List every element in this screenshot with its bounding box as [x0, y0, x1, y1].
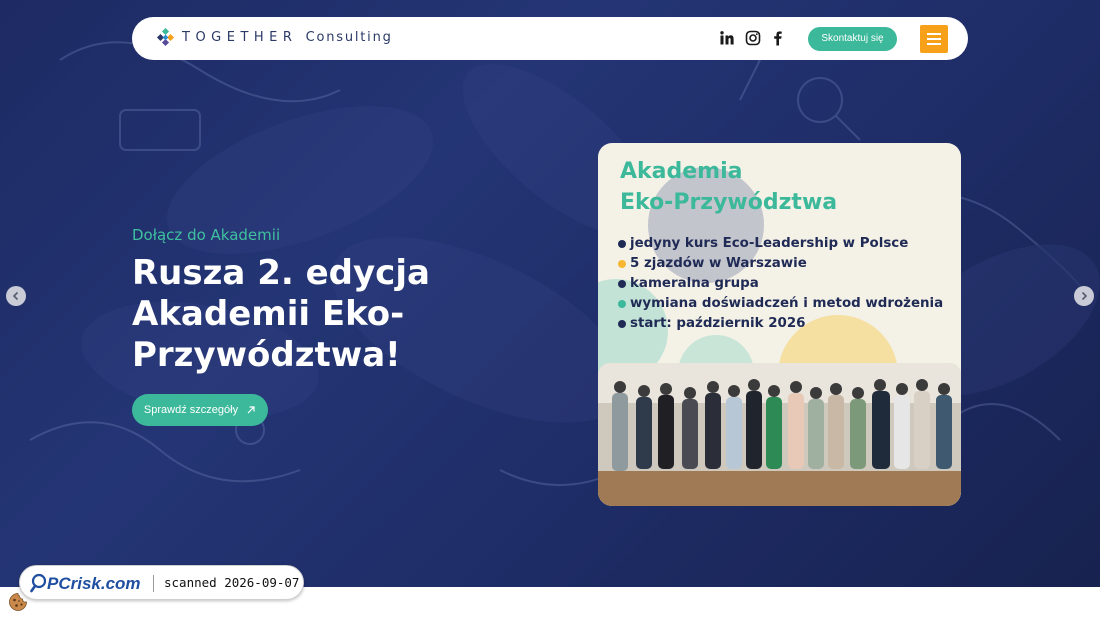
bullet-item: jedyny kurs Eco-Leadership w Polsce — [618, 234, 943, 254]
brand-name-together: TOGETHER — [182, 30, 298, 45]
bullet-dot — [618, 320, 626, 328]
scan-date-label: scanned 2026-09-07 — [164, 575, 300, 590]
details-button-label: Sprawdź szczegóły — [143, 404, 239, 416]
hero-eyebrow: Dołącz do Akademii — [132, 226, 281, 244]
bullet-text: 5 zjazdów w Warszawie — [630, 256, 807, 271]
headline-line-1: Rusza 2. edycja — [132, 253, 430, 293]
hamburger-menu-button[interactable] — [920, 25, 948, 53]
together-logo-icon[interactable] — [156, 28, 176, 48]
badge-divider — [153, 575, 154, 592]
slider-prev-button[interactable] — [6, 286, 26, 306]
cookie-icon[interactable] — [8, 592, 28, 612]
hero-section: Dołącz do Akademii Rusza 2. edycja Akade… — [0, 0, 1100, 587]
bullet-dot — [618, 260, 626, 268]
bullet-text: wymiana doświadczeń i metod wdrożenia — [630, 296, 944, 311]
top-navbar: TOGETHER Consulting Skontaktuj się — [132, 17, 968, 60]
group-photo — [598, 363, 961, 506]
headline-line-3: Przywództwa! — [132, 335, 401, 375]
instagram-icon[interactable] — [745, 30, 761, 46]
bullet-dot — [618, 240, 626, 248]
card-title-line-1: Akademia — [620, 159, 743, 184]
brand-name[interactable]: TOGETHER Consulting — [182, 30, 393, 45]
details-button[interactable]: Sprawdź szczegóły — [132, 394, 268, 426]
bullet-text: start: październik 2026 — [630, 316, 806, 331]
pcrisk-logo-pc: PCrisk.com — [47, 574, 141, 593]
hero-headline: Rusza 2. edycja Akademii Eko- Przywództw… — [132, 253, 512, 376]
chevron-left-icon — [12, 291, 19, 301]
pcrisk-logo: PCrisk.com — [30, 573, 141, 593]
hamburger-icon-line — [927, 43, 941, 45]
hamburger-icon — [927, 33, 941, 35]
hamburger-icon-line — [927, 38, 941, 40]
card-bullet-list: jedyny kurs Eco-Leadership w Polsce 5 zj… — [618, 234, 943, 334]
headline-line-2: Akademii Eko- — [132, 294, 405, 334]
card-title: Akademia Eko-Przywództwa — [620, 156, 837, 218]
brand-name-consulting: Consulting — [305, 30, 393, 45]
bullet-dot — [618, 300, 626, 308]
facebook-icon[interactable] — [770, 30, 786, 46]
contact-button[interactable]: Skontaktuj się — [808, 27, 897, 51]
arrow-up-right-icon — [247, 406, 255, 414]
card-title-line-2: Eko-Przywództwa — [620, 190, 838, 215]
bullet-text: kameralna grupa — [630, 276, 759, 291]
bullet-item: wymiana doświadczeń i metod wdrożenia — [618, 294, 943, 314]
bullet-item: kameralna grupa — [618, 274, 943, 294]
chevron-right-icon — [1081, 291, 1088, 301]
bullet-item: 5 zjazdów w Warszawie — [618, 254, 943, 274]
promo-card[interactable]: Akademia Eko-Przywództwa jedyny kurs Eco… — [598, 143, 961, 506]
pcrisk-scan-badge: PCrisk.com scanned 2026-09-07 — [19, 565, 304, 600]
linkedin-icon[interactable] — [719, 30, 735, 46]
bullet-dot — [618, 280, 626, 288]
slider-next-button[interactable] — [1074, 286, 1094, 306]
bullet-item: start: październik 2026 — [618, 314, 943, 334]
bullet-text: jedyny kurs Eco-Leadership w Polsce — [630, 236, 909, 251]
